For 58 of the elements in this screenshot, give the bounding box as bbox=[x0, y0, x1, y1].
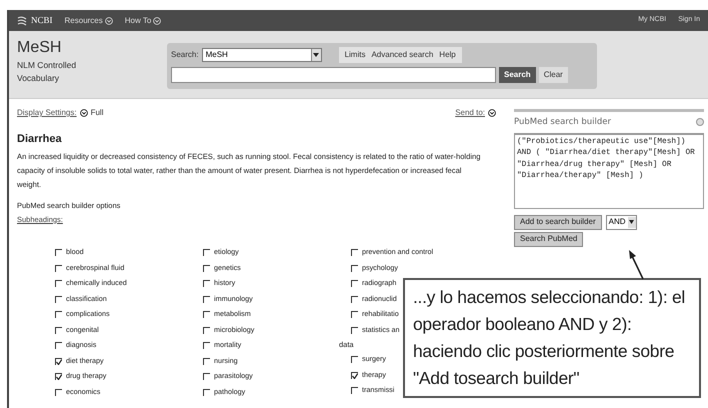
logo-text[interactable]: NCBI bbox=[31, 14, 53, 28]
search-label: Search: bbox=[171, 49, 199, 61]
checkbox[interactable] bbox=[55, 326, 62, 334]
display-value: Full bbox=[90, 107, 104, 119]
checkbox[interactable] bbox=[55, 342, 62, 350]
checkbox[interactable] bbox=[55, 358, 62, 365]
checkbox[interactable] bbox=[203, 264, 210, 272]
checkbox[interactable] bbox=[351, 387, 358, 394]
search-field[interactable] bbox=[171, 67, 496, 83]
header-link[interactable]: Advanced search bbox=[371, 49, 434, 61]
caret-icon[interactable] bbox=[629, 220, 634, 224]
checkbox[interactable] bbox=[203, 326, 210, 334]
callout-text: ...y lo hacemos seleccionando: 1): el operador booleano AND y 2): haciendo clic posteriormente sobre "Add tosearch builder" bbox=[413, 286, 686, 390]
checkbox[interactable] bbox=[351, 264, 358, 272]
checkbox[interactable] bbox=[203, 311, 210, 318]
term-title: Diarrhea bbox=[17, 132, 63, 147]
checkbox[interactable] bbox=[55, 373, 62, 380]
caret-icon[interactable] bbox=[313, 53, 320, 57]
display-settings-link[interactable]: Display Settings: bbox=[17, 107, 77, 119]
header-link[interactable]: Limits bbox=[344, 49, 366, 61]
menu-button[interactable]: How To bbox=[124, 14, 162, 26]
dropdown-icon[interactable] bbox=[488, 109, 496, 117]
panel-title: PubMed search builder bbox=[514, 116, 611, 129]
checkbox[interactable] bbox=[203, 249, 210, 256]
checkbox[interactable] bbox=[351, 280, 358, 288]
database-select[interactable]: MeSH bbox=[202, 48, 322, 62]
site-title: MeSH bbox=[17, 39, 62, 57]
checkbox[interactable] bbox=[203, 296, 210, 303]
send-to-link[interactable]: Send to: bbox=[455, 107, 485, 119]
checkbox[interactable] bbox=[351, 311, 358, 318]
menu-button[interactable]: Resources bbox=[64, 14, 113, 26]
operator-select[interactable]: AND bbox=[606, 214, 636, 230]
checkbox[interactable] bbox=[203, 280, 210, 288]
checkbox[interactable] bbox=[351, 372, 358, 379]
add-to-builder-button[interactable]: Add to search builder bbox=[514, 214, 602, 230]
site-subtitle: NLM Controlled Vocabulary bbox=[17, 59, 78, 85]
checkbox[interactable] bbox=[203, 373, 210, 380]
checkbox[interactable] bbox=[55, 311, 62, 318]
header-link[interactable]: Help bbox=[439, 49, 456, 61]
checkbox[interactable] bbox=[55, 264, 62, 272]
dropdown-icon[interactable] bbox=[80, 109, 88, 117]
checkbox[interactable] bbox=[55, 388, 62, 396]
arrow bbox=[629, 250, 644, 280]
checkbox[interactable] bbox=[55, 280, 62, 288]
checkbox[interactable] bbox=[203, 358, 210, 365]
checkbox[interactable] bbox=[203, 342, 210, 350]
checkbox[interactable] bbox=[55, 296, 62, 303]
checkbox[interactable] bbox=[351, 356, 358, 364]
checkbox[interactable] bbox=[351, 326, 358, 334]
checkbox[interactable] bbox=[55, 249, 62, 256]
checkbox[interactable] bbox=[351, 296, 358, 303]
checkbox[interactable] bbox=[351, 249, 358, 256]
search-pubmed-button[interactable]: Search PubMed bbox=[514, 232, 584, 247]
checkbox[interactable] bbox=[203, 388, 210, 396]
helix-icon bbox=[17, 16, 27, 26]
collapse-button[interactable] bbox=[696, 118, 704, 126]
search-button[interactable]: Search bbox=[499, 67, 536, 83]
clear-button[interactable]: Clear bbox=[538, 67, 568, 83]
